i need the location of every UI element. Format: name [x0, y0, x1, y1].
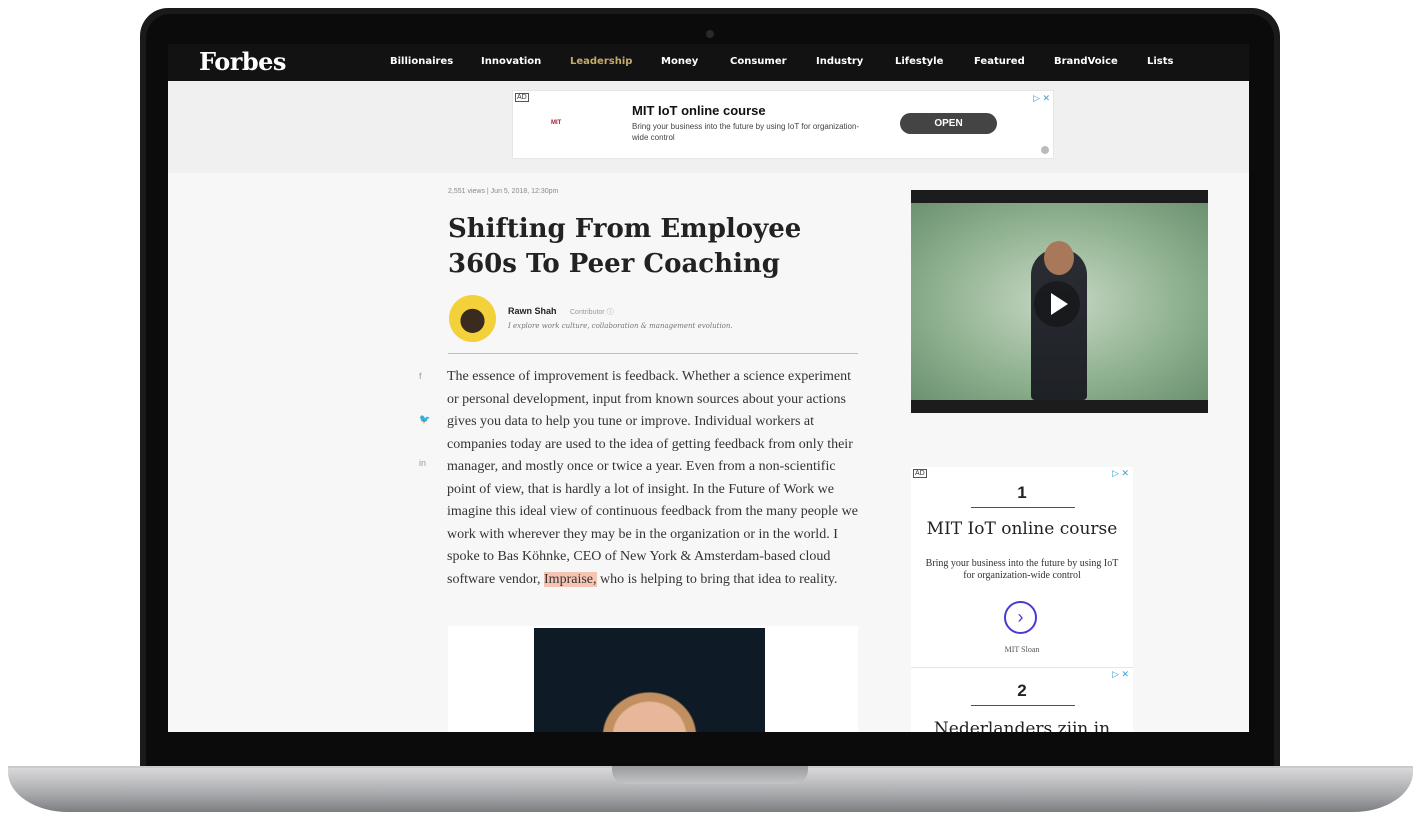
- top-navigation: Forbes Billionaires Innovation Leadershi…: [168, 44, 1249, 81]
- camera-icon: [706, 30, 714, 38]
- linkedin-icon[interactable]: in: [419, 458, 426, 468]
- browser-screen: Forbes Billionaires Innovation Leadershi…: [168, 44, 1249, 732]
- ad-close-icon-2[interactable]: ▷ ✕: [1112, 669, 1129, 680]
- nav-item-brandvoice[interactable]: BrandVoice: [1054, 56, 1118, 67]
- sidebar-ad[interactable]: AD ▷ ✕ 1 MIT IoT online course Bring you…: [911, 467, 1133, 732]
- divider: [911, 667, 1133, 668]
- ad-badge: AD: [515, 93, 529, 102]
- article-body: The essence of improvement is feedback. …: [447, 366, 862, 591]
- divider: [448, 353, 858, 354]
- person-photo: [534, 628, 765, 732]
- article-headline: Shifting From Employee 360s To Peer Coac…: [448, 214, 802, 279]
- ad-brand: MIT Sloan: [1004, 645, 1040, 654]
- nav-item-featured[interactable]: Featured: [974, 56, 1025, 67]
- article-meta: 2,551 views | Jun 5, 2018, 12:30pm: [448, 188, 559, 195]
- ad-step-number-2: 2: [1017, 681, 1027, 700]
- impraise-link[interactable]: Impraise,: [544, 571, 597, 587]
- video-player[interactable]: [911, 190, 1208, 413]
- twitter-icon[interactable]: 🐦: [419, 414, 430, 425]
- mit-logo: MIT: [551, 120, 562, 126]
- laptop-notch: [612, 766, 808, 784]
- nav-item-lists[interactable]: Lists: [1147, 56, 1173, 67]
- author-role: Contributor ⓘ: [570, 309, 614, 316]
- ad-badge: AD: [913, 469, 927, 478]
- nav-item-billionaires[interactable]: Billionaires: [390, 56, 453, 67]
- body-text-end: who is helping to bring that idea to rea…: [596, 571, 838, 587]
- nav-item-money[interactable]: Money: [661, 56, 698, 67]
- ad-underline: [971, 507, 1075, 508]
- ad-open-button[interactable]: OPEN: [900, 113, 997, 134]
- author-bio: I explore work culture, collaboration & …: [508, 322, 733, 330]
- nav-item-lifestyle[interactable]: Lifestyle: [895, 56, 943, 67]
- body-text-start: The essence of improvement is feedback. …: [447, 369, 858, 587]
- nav-item-consumer[interactable]: Consumer: [730, 56, 787, 67]
- author-avatar[interactable]: [449, 295, 496, 342]
- ad-close-icon[interactable]: ▷ ✕: [1033, 93, 1050, 104]
- nav-item-industry[interactable]: Industry: [816, 56, 863, 67]
- top-ad-strip: AD MIT MIT IoT online course Bring your …: [168, 81, 1249, 173]
- play-icon[interactable]: [1034, 281, 1080, 327]
- ad-description: Bring your business into the future by u…: [632, 122, 860, 142]
- article-image: [448, 626, 858, 732]
- ad-next-title: Nederlanders zijn in: [933, 719, 1111, 732]
- author-name[interactable]: Rawn Shah: [508, 306, 557, 316]
- facebook-icon[interactable]: f: [419, 371, 422, 381]
- video-frame: [911, 203, 1208, 400]
- ad-underline-2: [971, 705, 1075, 706]
- nav-item-innovation[interactable]: Innovation: [481, 56, 541, 67]
- ad-close-icon[interactable]: ▷ ✕: [1112, 468, 1129, 479]
- ad-step-number: 1: [1017, 483, 1027, 502]
- ad-title: MIT IoT online course: [632, 103, 766, 118]
- ad-title: MIT IoT online course: [926, 519, 1118, 539]
- ad-description: Bring your business into the future by u…: [925, 558, 1119, 581]
- ad-info-icon: [1041, 146, 1049, 154]
- forbes-logo[interactable]: Forbes: [199, 47, 286, 76]
- video-person-head: [1044, 241, 1074, 275]
- top-ad-banner[interactable]: AD MIT MIT IoT online course Bring your …: [512, 90, 1054, 159]
- nav-item-leadership[interactable]: Leadership: [570, 56, 632, 67]
- chevron-right-icon[interactable]: ›: [1004, 601, 1037, 634]
